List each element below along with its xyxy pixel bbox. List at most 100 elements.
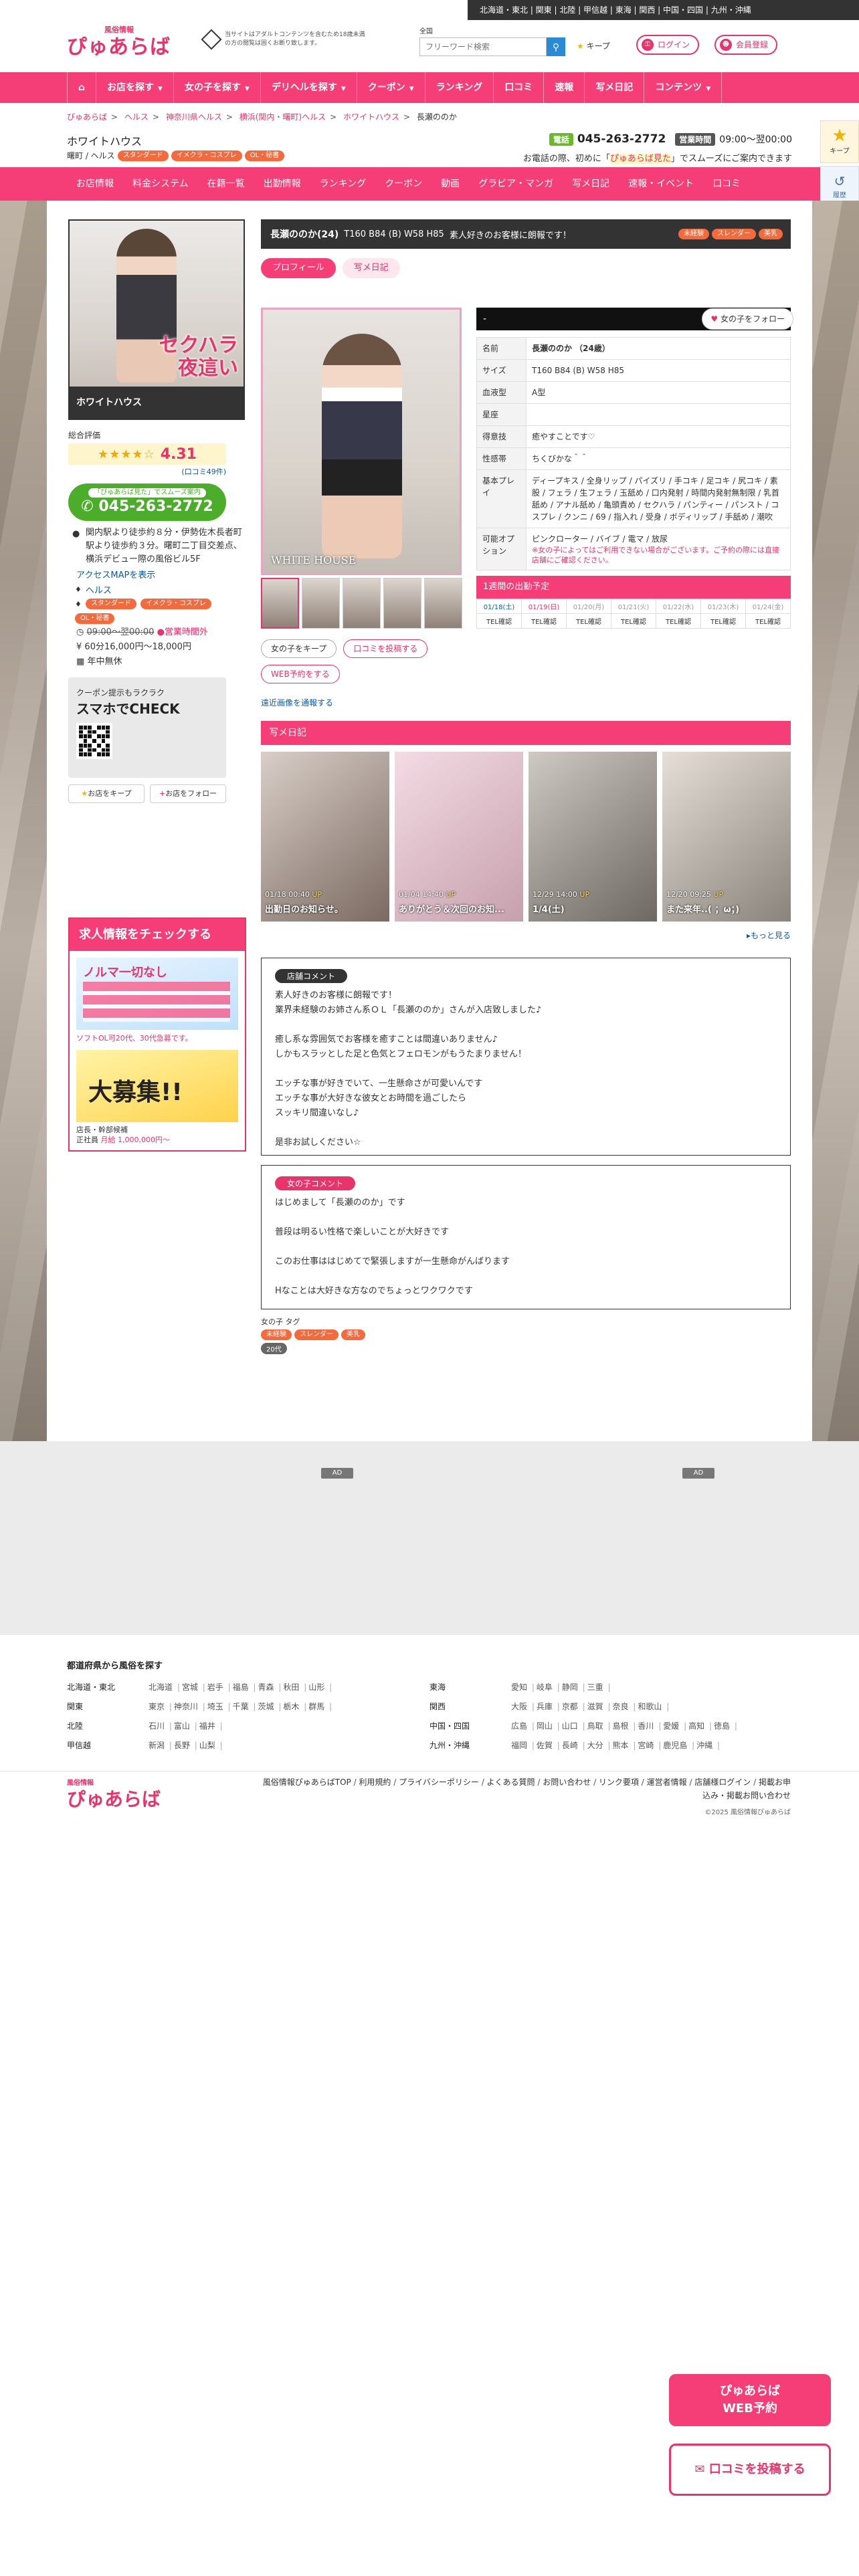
area-link[interactable]: 広島 (511, 1720, 537, 1731)
footer-link[interactable]: よくある質問 (487, 1778, 543, 1787)
area-link[interactable]: 滋賀 (587, 1701, 613, 1712)
area-link[interactable]: 山口 (562, 1720, 587, 1731)
tab-schedule[interactable]: 出勤情報 (254, 167, 310, 201)
area-link[interactable]: 新潟 (149, 1739, 174, 1751)
tab-news[interactable]: 速報・イベント (619, 167, 703, 201)
area-link[interactable]: 長崎 (562, 1739, 587, 1751)
area-link[interactable]: 鳥取 (587, 1720, 613, 1731)
area-link[interactable]: 愛知 (511, 1681, 537, 1693)
keep-girl-button[interactable]: 女の子をキープ (261, 639, 337, 658)
area-link[interactable]: 岐阜 (537, 1681, 562, 1693)
area-link[interactable]: 茨城 (258, 1701, 284, 1712)
area-link[interactable]: 山梨 (199, 1739, 225, 1751)
nav-item-news[interactable]: 速報 (544, 72, 585, 103)
area-link[interactable]: 大分 (587, 1739, 613, 1751)
diary-card[interactable]: 12/20 09:25 UP また来年..( ；ω；) (662, 752, 791, 922)
login-button[interactable]: ⚿ ログイン (636, 35, 700, 55)
diary-card[interactable]: 12/29 14:00 UP 1/4(土) (529, 752, 657, 922)
thumbnail[interactable] (424, 578, 462, 629)
breadcrumb-link[interactable]: ぴゅあらば (67, 112, 107, 122)
area-link[interactable]: 大阪 (511, 1701, 537, 1712)
shop-tag[interactable]: イメクラ・コスプレ (171, 150, 242, 161)
diary-card[interactable]: 01/04 14:40 UP ありがとう＆次回のお知... (395, 752, 523, 922)
area-link[interactable]: 千葉 (233, 1701, 258, 1712)
area-link[interactable]: 岩手 (207, 1681, 233, 1693)
review-float-button[interactable]: ✉ 口コミを投稿する (669, 2444, 831, 2496)
area-link[interactable]: 福島 (233, 1681, 258, 1693)
access-map-link[interactable]: アクセスMAPを表示 (68, 568, 245, 580)
footer-link[interactable]: プライバシーポリシー (399, 1778, 486, 1787)
area-link[interactable]: 島根 (613, 1720, 638, 1731)
jobs-title[interactable]: 求人情報をチェックする (70, 919, 245, 951)
area-link[interactable]: 福井 (199, 1720, 225, 1731)
footer-link[interactable]: 店舗様ログイン (694, 1778, 759, 1787)
area-link[interactable]: 静岡 (562, 1681, 587, 1693)
search-button[interactable]: ⚲ (547, 37, 565, 56)
tab-reviews[interactable]: 口コミ (703, 167, 750, 201)
tab-gravure[interactable]: グラビア・マンガ (469, 167, 563, 201)
girl-main-photo[interactable]: WHITE HOUSE (261, 308, 462, 575)
area-link[interactable]: 宮城 (182, 1681, 207, 1693)
girl-tag[interactable]: 未経験 (261, 1329, 292, 1340)
call-button[interactable]: 「ぴゅあらば見た」でスムーズ案内 ✆ 045-263-2772 (68, 484, 226, 521)
area-link[interactable]: 岡山 (537, 1720, 562, 1731)
area-link[interactable]: 宮崎 (638, 1739, 663, 1751)
breadcrumb-link[interactable]: ホワイトハウス (343, 112, 399, 122)
area-link[interactable]: 東京 (149, 1701, 174, 1712)
keep-shop-button[interactable]: ★お店をキープ (68, 784, 145, 803)
area-link[interactable]: 神奈川 (174, 1701, 207, 1712)
shop-tag[interactable]: OL・秘書 (75, 613, 115, 624)
thumbnail[interactable] (383, 578, 421, 629)
web-reserve-button[interactable]: WEB予約をする (261, 665, 340, 683)
search-scope[interactable]: 全国 (419, 25, 565, 35)
follow-shop-button[interactable]: +お店をフォロー (150, 784, 226, 803)
area-link[interactable]: 徳島 (714, 1720, 739, 1731)
footer-link[interactable]: リンク要項 (599, 1778, 647, 1787)
area-link[interactable]: 栃木 (283, 1701, 308, 1712)
shop-banner[interactable]: セクハラ 夜這い ホワイトハウス (68, 219, 245, 420)
tab-shop-info[interactable]: お店情報 (67, 167, 123, 201)
diary-card[interactable]: 01/18 00:40 UP 出勤日のお知らせ。 (261, 752, 389, 922)
area-link[interactable]: 京都 (562, 1701, 587, 1712)
thumbnail[interactable] (302, 578, 340, 629)
tab-ranking[interactable]: ランキング (310, 167, 376, 201)
post-review-button[interactable]: 口コミを投稿する (343, 639, 428, 658)
nav-home[interactable]: ⌂ (67, 72, 97, 103)
area-link[interactable]: 福岡 (511, 1739, 537, 1751)
girl-tag[interactable]: 未経験 (678, 229, 709, 239)
shop-tag[interactable]: イメクラ・コスプレ (140, 599, 211, 609)
jobs-banner[interactable]: 大募集!! (76, 1050, 238, 1122)
area-link[interactable]: 群馬 (308, 1701, 334, 1712)
register-button[interactable]: ☻ 会員登録 (714, 35, 778, 55)
nav-item-coupon[interactable]: クーポン ▼ (357, 72, 425, 103)
breadcrumb-link[interactable]: 神奈川県ヘルス (166, 112, 222, 122)
tab-coupon[interactable]: クーポン (375, 167, 432, 201)
footer-link[interactable]: 運営者情報 (647, 1778, 695, 1787)
thumbnail[interactable] (343, 578, 381, 629)
keep-link[interactable]: ★ キープ (577, 40, 610, 51)
girl-tag[interactable]: 美乳 (759, 229, 783, 239)
tab-girl-diary[interactable]: 写メ日記 (342, 258, 400, 278)
area-link[interactable]: 佐賀 (537, 1739, 562, 1751)
area-link[interactable]: 熊本 (613, 1739, 638, 1751)
area-link[interactable]: 山形 (308, 1681, 334, 1693)
web-reserve-float-button[interactable]: ぴゅあらば WEB予約 (669, 2374, 831, 2426)
area-link[interactable]: 兵庫 (537, 1701, 562, 1712)
nav-item-reviews[interactable]: 口コミ (494, 72, 545, 103)
nav-item-ranking[interactable]: ランキング (425, 72, 494, 103)
area-link[interactable]: 三重 (587, 1681, 613, 1693)
girl-tag[interactable]: 20代 (261, 1343, 287, 1354)
nav-item-girls[interactable]: 女の子を探す ▼ (174, 72, 261, 103)
genre-link[interactable]: ヘルス (86, 583, 112, 596)
footer-logo[interactable]: 風俗情報 ぴゅあらば (67, 1778, 161, 1812)
review-count-link[interactable]: (口コミ49件) (68, 466, 226, 477)
tab-profile[interactable]: プロフィール (261, 258, 336, 278)
side-keep-button[interactable]: ★ キープ (820, 120, 859, 163)
nav-item-contents[interactable]: コンテンツ ▼ (644, 72, 723, 103)
phone-number[interactable]: 045-263-2772 (577, 132, 666, 146)
breadcrumb-link[interactable]: 横浜(関内・曙町)ヘルス (240, 112, 326, 122)
girl-tag[interactable]: スレンダー (294, 1329, 339, 1340)
site-logo[interactable]: 風俗情報 ぴゅあらば (67, 20, 171, 63)
shop-tag[interactable]: OL・秘書 (244, 150, 285, 161)
diary-more-link[interactable]: ▸もっと見る (747, 930, 791, 941)
